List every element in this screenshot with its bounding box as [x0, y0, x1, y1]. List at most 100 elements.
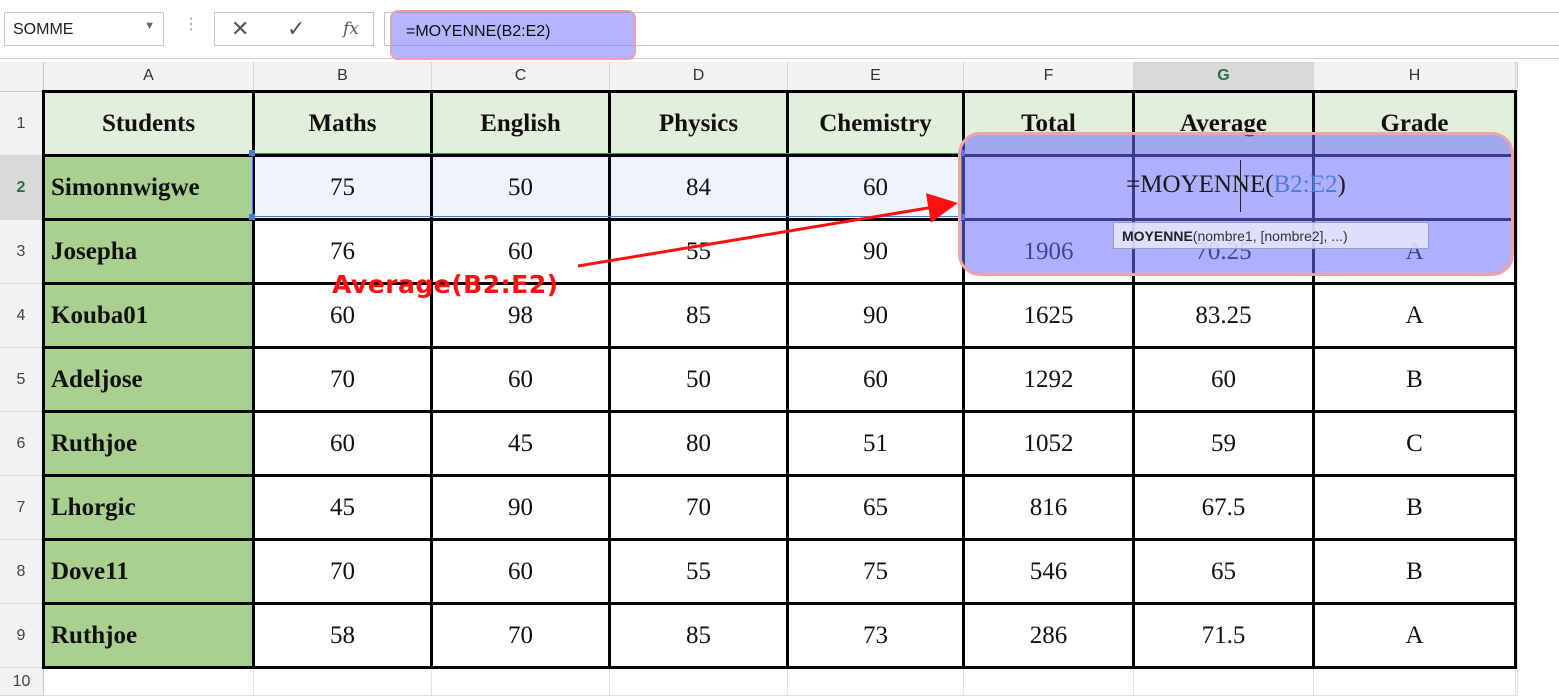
- empty-cell[interactable]: [609, 667, 788, 696]
- data-cell[interactable]: 1625: [962, 282, 1135, 349]
- data-cell[interactable]: 70: [608, 474, 789, 541]
- student-name-cell[interactable]: Simonnwigwe: [42, 154, 255, 221]
- data-cell[interactable]: 546: [962, 538, 1135, 605]
- data-cell[interactable]: C: [1312, 410, 1517, 477]
- row-header-1[interactable]: 1: [0, 91, 44, 156]
- column-header-a[interactable]: A: [43, 62, 254, 92]
- empty-cell[interactable]: [1515, 475, 1518, 540]
- formula-text[interactable]: =MOYENNE(B2:E2): [406, 23, 550, 41]
- data-cell[interactable]: 59: [1132, 410, 1315, 477]
- data-cell[interactable]: 85: [608, 282, 789, 349]
- data-cell[interactable]: 55: [608, 538, 789, 605]
- student-name-cell[interactable]: Ruthjoe: [42, 602, 255, 669]
- empty-cell[interactable]: [1515, 283, 1518, 348]
- header-cell[interactable]: Physics: [608, 90, 789, 157]
- row-header-3[interactable]: 3: [0, 219, 44, 284]
- data-cell[interactable]: 1052: [962, 410, 1135, 477]
- select-all-corner[interactable]: [0, 62, 44, 92]
- data-cell[interactable]: 70: [252, 346, 433, 413]
- data-cell[interactable]: 60: [1132, 346, 1315, 413]
- student-name-cell[interactable]: Adeljose: [42, 346, 255, 413]
- data-cell[interactable]: B: [1312, 538, 1517, 605]
- data-cell[interactable]: 60: [786, 154, 965, 221]
- column-header-d[interactable]: D: [609, 62, 788, 92]
- empty-cell[interactable]: [1515, 347, 1518, 412]
- data-cell[interactable]: 816: [962, 474, 1135, 541]
- data-cell[interactable]: 71.5: [1132, 602, 1315, 669]
- empty-cell[interactable]: [1515, 667, 1518, 696]
- row-header-2[interactable]: 2: [0, 155, 44, 220]
- data-cell[interactable]: A: [1312, 602, 1517, 669]
- row-header-6[interactable]: 6: [0, 411, 44, 476]
- data-cell[interactable]: A: [1312, 282, 1517, 349]
- data-cell[interactable]: 70: [430, 602, 611, 669]
- data-cell[interactable]: 75: [786, 538, 965, 605]
- data-cell[interactable]: 73: [786, 602, 965, 669]
- empty-cell[interactable]: [431, 667, 610, 696]
- data-cell[interactable]: 84: [608, 154, 789, 221]
- data-cell[interactable]: 60: [430, 538, 611, 605]
- data-cell[interactable]: 90: [786, 218, 965, 285]
- data-cell[interactable]: 51: [786, 410, 965, 477]
- row-header-5[interactable]: 5: [0, 347, 44, 412]
- empty-cell[interactable]: [1515, 539, 1518, 604]
- data-cell[interactable]: 90: [430, 474, 611, 541]
- header-cell[interactable]: Students: [42, 90, 255, 157]
- data-cell[interactable]: 45: [430, 410, 611, 477]
- data-cell[interactable]: 60: [252, 410, 433, 477]
- student-name-cell[interactable]: Ruthjoe: [42, 410, 255, 477]
- column-header-b[interactable]: B: [253, 62, 432, 92]
- insert-function-icon[interactable]: fx: [343, 19, 359, 39]
- data-cell[interactable]: 50: [430, 154, 611, 221]
- empty-cell[interactable]: [1515, 603, 1518, 668]
- data-cell[interactable]: 286: [962, 602, 1135, 669]
- name-box[interactable]: SOMME ▼: [4, 12, 164, 46]
- row-header-4[interactable]: 4: [0, 283, 44, 348]
- empty-cell[interactable]: [43, 667, 254, 696]
- data-cell[interactable]: 55: [608, 218, 789, 285]
- row-header-9[interactable]: 9: [0, 603, 44, 668]
- student-name-cell[interactable]: Lhorgic: [42, 474, 255, 541]
- header-cell[interactable]: English: [430, 90, 611, 157]
- data-cell[interactable]: 75: [252, 154, 433, 221]
- data-cell[interactable]: 70: [252, 538, 433, 605]
- empty-cell[interactable]: [1313, 667, 1516, 696]
- row-header-10[interactable]: 10: [0, 667, 44, 696]
- column-header-e[interactable]: E: [787, 62, 964, 92]
- data-cell[interactable]: B: [1312, 474, 1517, 541]
- empty-cell[interactable]: [253, 667, 432, 696]
- empty-cell[interactable]: [1515, 91, 1518, 156]
- chevron-down-icon[interactable]: ▼: [144, 20, 155, 32]
- cancel-icon[interactable]: ✕: [231, 16, 249, 42]
- data-cell[interactable]: 90: [786, 282, 965, 349]
- student-name-cell[interactable]: Dove11: [42, 538, 255, 605]
- empty-cell[interactable]: [1515, 219, 1518, 284]
- student-name-cell[interactable]: Kouba01: [42, 282, 255, 349]
- data-cell[interactable]: 50: [608, 346, 789, 413]
- row-header-8[interactable]: 8: [0, 539, 44, 604]
- more-options-icon[interactable]: ⋮: [183, 14, 199, 34]
- column-header-h[interactable]: H: [1313, 62, 1516, 92]
- empty-cell[interactable]: [1515, 411, 1518, 476]
- student-name-cell[interactable]: Josepha: [42, 218, 255, 285]
- data-cell[interactable]: 45: [252, 474, 433, 541]
- in-cell-editor[interactable]: =MOYENNE(B2:E2): [962, 156, 1510, 214]
- data-cell[interactable]: B: [1312, 346, 1517, 413]
- column-header-f[interactable]: F: [963, 62, 1134, 92]
- data-cell[interactable]: 58: [252, 602, 433, 669]
- data-cell[interactable]: 80: [608, 410, 789, 477]
- data-cell[interactable]: 60: [786, 346, 965, 413]
- row-header-7[interactable]: 7: [0, 475, 44, 540]
- header-cell[interactable]: Chemistry: [786, 90, 965, 157]
- data-cell[interactable]: 83.25: [1132, 282, 1315, 349]
- data-cell[interactable]: 60: [430, 346, 611, 413]
- empty-cell[interactable]: [787, 667, 964, 696]
- data-cell[interactable]: 65: [786, 474, 965, 541]
- empty-cell[interactable]: [1133, 667, 1314, 696]
- column-header-c[interactable]: C: [431, 62, 610, 92]
- column-header-g[interactable]: G: [1133, 62, 1314, 93]
- header-cell[interactable]: Maths: [252, 90, 433, 157]
- data-cell[interactable]: 65: [1132, 538, 1315, 605]
- enter-icon[interactable]: ✓: [287, 16, 305, 42]
- empty-cell[interactable]: [963, 667, 1134, 696]
